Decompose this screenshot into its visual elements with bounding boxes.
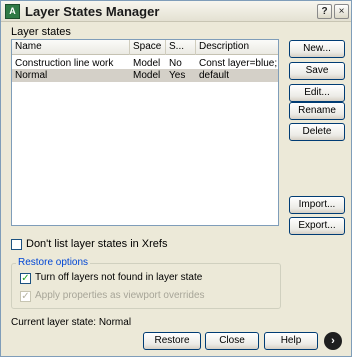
- autocad-app-icon: A: [5, 4, 20, 19]
- export-button[interactable]: Export...: [289, 217, 345, 235]
- new-button[interactable]: New...: [289, 40, 345, 58]
- restore-button[interactable]: Restore: [143, 332, 201, 350]
- row-description: default: [199, 70, 230, 81]
- column-header-space[interactable]: Space: [130, 40, 166, 55]
- current-layer-state: Current layer state: Normal: [11, 317, 132, 328]
- close-window-button[interactable]: ×: [334, 4, 349, 19]
- column-header-name[interactable]: Name: [12, 40, 130, 55]
- apply-viewport-overrides-checkbox: ✓: [20, 291, 31, 302]
- column-header-save[interactable]: S...: [166, 40, 196, 55]
- list-row-selected[interactable]: Normal Model Yes default: [12, 69, 278, 82]
- title-bar: A Layer States Manager ? ×: [1, 1, 351, 22]
- turn-off-layers-checkbox[interactable]: ✓: [20, 273, 31, 284]
- dont-list-xrefs-checkbox[interactable]: [11, 239, 22, 250]
- restore-options-title: Restore options: [16, 257, 91, 268]
- close-button[interactable]: Close: [205, 332, 259, 350]
- row-name: Normal: [15, 70, 48, 81]
- apply-viewport-overrides-label: Apply properties as viewport overrides: [35, 290, 205, 301]
- edit-button[interactable]: Edit...: [289, 84, 345, 102]
- title-help-button[interactable]: ?: [317, 4, 332, 19]
- delete-button[interactable]: Delete: [289, 123, 345, 141]
- help-button[interactable]: Help: [264, 332, 318, 350]
- list-header: Name Space S... Description: [12, 40, 278, 55]
- save-button[interactable]: Save: [289, 62, 345, 80]
- turn-off-layers-label: Turn off layers not found in layer state: [35, 272, 203, 283]
- row-space: Model: [133, 70, 161, 81]
- import-button[interactable]: Import...: [289, 196, 345, 214]
- rename-button[interactable]: Rename: [289, 102, 345, 120]
- dont-list-xrefs-label: Don't list layer states in Xrefs: [26, 238, 168, 250]
- row-save: Yes: [169, 70, 186, 81]
- more-options-arrow-icon[interactable]: ›: [324, 332, 342, 350]
- layer-states-manager-dialog: A Layer States Manager ? × Layer states …: [0, 0, 352, 357]
- layer-states-list[interactable]: Name Space S... Description Construction…: [11, 39, 279, 226]
- window-title: Layer States Manager: [25, 4, 160, 19]
- layer-states-label: Layer states: [11, 26, 71, 38]
- column-header-description[interactable]: Description: [196, 40, 278, 55]
- restore-options-group: [11, 263, 281, 309]
